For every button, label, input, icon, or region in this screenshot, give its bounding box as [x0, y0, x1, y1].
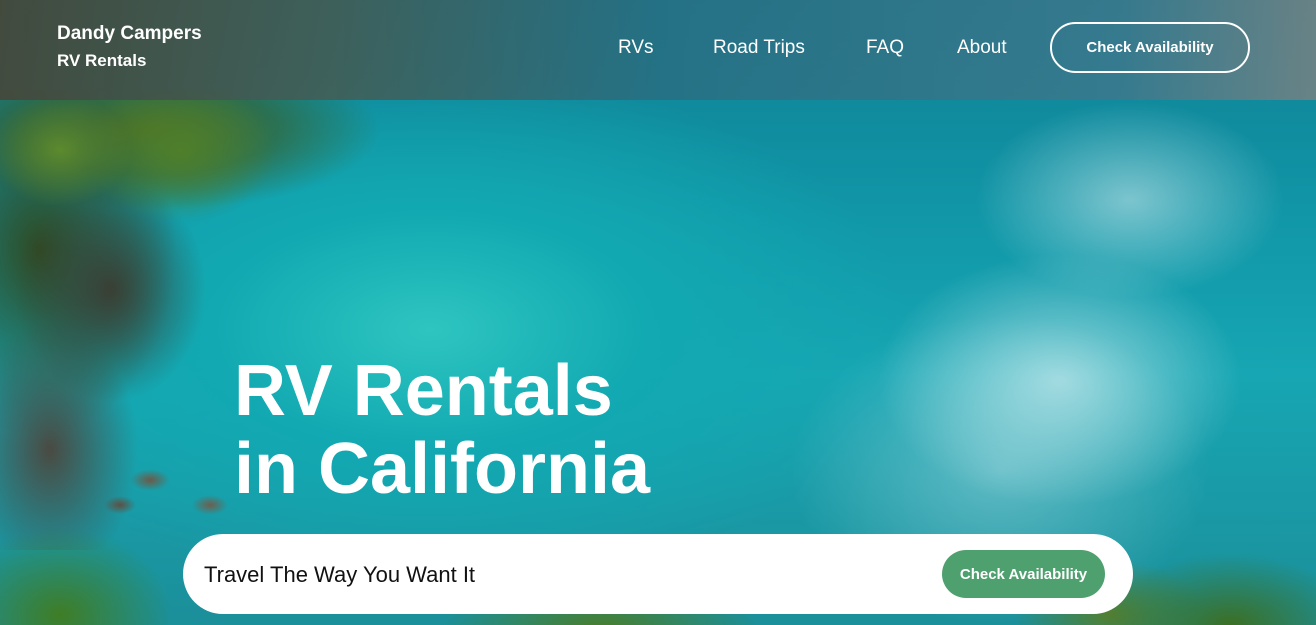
brand-subtitle: RV Rentals [57, 51, 147, 70]
hero-tagline: Travel The Way You Want It [204, 562, 476, 587]
site-header: Dandy Campers RV Rentals RVs Road Trips … [0, 0, 1316, 100]
nav-item-faq[interactable]: FAQ [866, 36, 904, 60]
nav-item-about[interactable]: About [957, 36, 1007, 60]
nav-item-rvs[interactable]: RVs [618, 36, 654, 60]
hero-headline-line-1: RV Rentals [234, 351, 613, 431]
header-check-availability-button[interactable]: Check Availability [1050, 22, 1250, 73]
brand-name: Dandy Campers [57, 23, 202, 44]
hero-check-availability-button[interactable]: Check Availability [942, 550, 1105, 598]
hero-headline: RV Rentals in California [234, 352, 650, 508]
nav-item-road-trips[interactable]: Road Trips [713, 36, 805, 60]
brand-logo[interactable]: Dandy Campers RV Rentals [57, 22, 202, 73]
hero-cta-bar: Travel The Way You Want It Check Availab… [183, 534, 1133, 614]
hero-headline-line-2: in California [234, 429, 651, 509]
